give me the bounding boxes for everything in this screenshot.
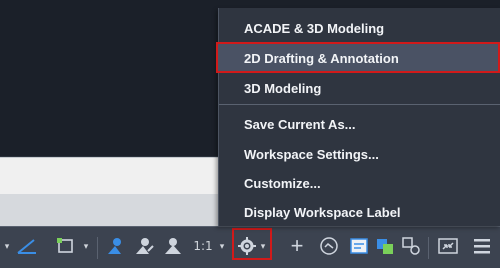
annotation-scale-icon[interactable] <box>162 235 184 257</box>
selection-cycling-icon[interactable] <box>52 235 78 257</box>
menu-item-3d-modeling[interactable]: 3D Modeling <box>219 74 500 103</box>
menu-item-save-current-as[interactable]: Save Current As... <box>219 110 500 139</box>
menu-item-customize[interactable]: Customize... <box>219 169 500 198</box>
menu-item-acade-3d-modeling[interactable]: ACADE & 3D Modeling <box>219 14 500 43</box>
workspace-menu: ACADE & 3D Modeling 2D Drafting & Annota… <box>218 8 500 226</box>
menu-item-display-workspace-label[interactable]: Display Workspace Label <box>219 198 500 227</box>
separator <box>97 237 98 259</box>
annotation-visibility-icon[interactable] <box>104 235 128 257</box>
dropdown-arrow-icon[interactable]: ▾ <box>80 235 92 257</box>
customization-icon[interactable] <box>470 235 494 257</box>
separator <box>428 237 429 259</box>
dropdown-arrow-icon[interactable]: ▾ <box>2 235 12 257</box>
autoscale-icon[interactable] <box>132 235 156 257</box>
clean-screen-icon[interactable] <box>436 235 460 257</box>
hardware-acceleration-icon[interactable] <box>374 235 396 257</box>
annotation-scale-label[interactable]: 1:1 <box>190 235 216 257</box>
quick-properties-icon[interactable] <box>348 235 370 257</box>
dropdown-arrow-icon[interactable]: ▾ <box>217 235 227 257</box>
menu-divider <box>219 104 500 105</box>
gear-highlight-box <box>232 228 272 260</box>
units-icon[interactable] <box>400 235 422 257</box>
selected-item-highlight-box <box>216 42 500 73</box>
menu-item-workspace-settings[interactable]: Workspace Settings... <box>219 140 500 169</box>
isodraft-icon[interactable] <box>14 235 40 257</box>
isolate-objects-icon[interactable] <box>318 235 340 257</box>
plus-icon[interactable]: + <box>286 233 308 258</box>
